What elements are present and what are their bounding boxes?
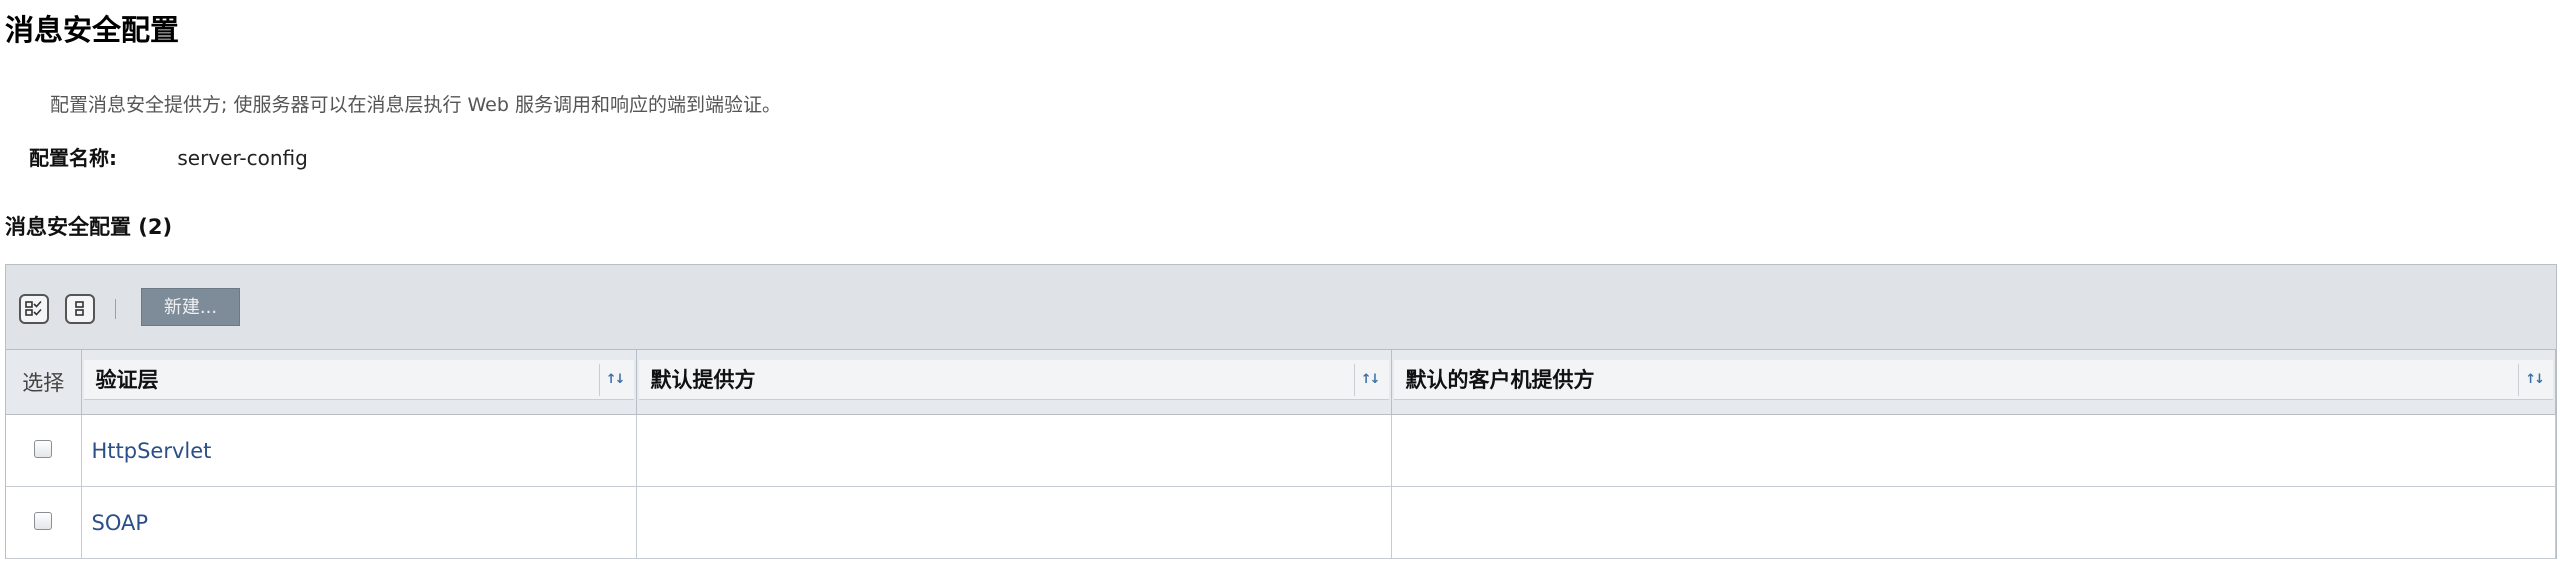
- sort-divider: [1353, 364, 1355, 396]
- sort-icon[interactable]: ↑↓: [606, 360, 626, 400]
- deselect-all-button[interactable]: [65, 294, 95, 324]
- sort-icon[interactable]: ↑↓: [2525, 360, 2545, 400]
- message-security-table-panel: 新建... 选择 验证层 ↑↓ 默认提供方 ↑↓ 默认的客户机提供方 ↑↓ Ht…: [5, 264, 2557, 559]
- default-client-provider-cell: [1391, 486, 2556, 559]
- default-provider-cell: [636, 486, 1392, 559]
- column-header-auth-layer[interactable]: 验证层 ↑↓: [81, 350, 637, 415]
- select-all-button[interactable]: [19, 294, 49, 324]
- table-row: HttpServlet: [6, 414, 2556, 487]
- row-checkbox[interactable]: [34, 439, 53, 458]
- deselect-all-icon: [75, 301, 84, 316]
- column-header-default-provider[interactable]: 默认提供方 ↑↓: [636, 350, 1392, 415]
- select-all-icon: [25, 300, 42, 316]
- default-client-provider-cell: [1391, 414, 2556, 487]
- config-name-row: 配置名称: server-config: [29, 144, 308, 172]
- column-header-default-client-provider-label: 默认的客户机提供方: [1405, 368, 1595, 392]
- auth-layer-link[interactable]: SOAP: [92, 511, 149, 535]
- column-header-select-label: 选择: [22, 371, 65, 395]
- section-title: 消息安全配置 (2): [5, 215, 173, 239]
- table-toolbar: 新建...: [6, 265, 2556, 350]
- row-select-cell: [6, 486, 82, 559]
- auth-layer-cell: HttpServlet: [81, 414, 637, 487]
- config-name-value: server-config: [177, 146, 308, 170]
- new-button[interactable]: 新建...: [141, 288, 240, 326]
- table-header-row: 选择 验证层 ↑↓ 默认提供方 ↑↓ 默认的客户机提供方 ↑↓: [6, 350, 2556, 415]
- page-title: 消息安全配置: [5, 13, 180, 47]
- row-select-cell: [6, 414, 82, 487]
- message-security-table: 选择 验证层 ↑↓ 默认提供方 ↑↓ 默认的客户机提供方 ↑↓ HttpServ…: [6, 350, 2556, 559]
- config-name-label: 配置名称:: [29, 146, 117, 170]
- row-checkbox[interactable]: [34, 511, 53, 530]
- column-header-default-client-provider[interactable]: 默认的客户机提供方 ↑↓: [1391, 350, 2556, 415]
- sort-divider: [598, 364, 600, 396]
- column-header-auth-layer-label: 验证层: [95, 368, 159, 392]
- column-header-default-provider-label: 默认提供方: [650, 368, 756, 392]
- table-row: SOAP: [6, 486, 2556, 559]
- sort-icon[interactable]: ↑↓: [1361, 360, 1381, 400]
- toolbar-separator: [115, 299, 116, 319]
- sort-divider: [2518, 364, 2519, 396]
- page-description: 配置消息安全提供方; 使服务器可以在消息层执行 Web 服务调用和响应的端到端验…: [50, 94, 781, 116]
- column-header-select: 选择: [6, 350, 82, 415]
- auth-layer-cell: SOAP: [81, 486, 637, 559]
- default-provider-cell: [636, 414, 1392, 487]
- auth-layer-link[interactable]: HttpServlet: [92, 439, 212, 463]
